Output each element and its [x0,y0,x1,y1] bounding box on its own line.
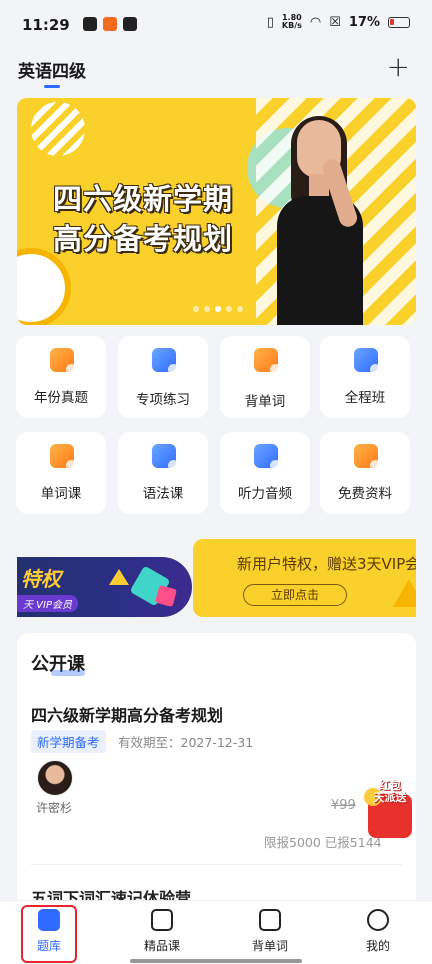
word-class-icon [50,444,77,471]
promo-right-text: 新用户特权，赠送3天VIP会 [237,555,416,573]
promo-left-title: 特权 [21,567,61,591]
title-underline [44,85,60,88]
promo-banner[interactable]: 四六级新学期 高分备考规划 [17,98,416,325]
feature-label: 年份真题 [34,390,88,406]
feature-label: 听力音频 [238,486,292,502]
battery-icon [388,16,410,28]
feature-grammar-class[interactable]: 语法课 [118,432,208,514]
app-icon [123,17,137,31]
materials-book-icon [354,444,381,471]
vocabulary-book-icon [254,348,281,375]
chat-bubble-icon [367,909,389,931]
lemon-slice-decor [17,248,71,325]
red-packet-text: 红包 天派送 [362,780,418,804]
top-header: 英语四级 + [0,48,432,94]
practice-book-icon [152,348,179,375]
teacher-name: 许密杉 [36,801,73,815]
no-sim-icon: ☒ [329,14,341,30]
feature-word-class[interactable]: 单词课 [16,432,106,514]
feature-listening-audio[interactable]: 听力音频 [220,432,310,514]
teacher-avatar [37,760,73,796]
play-video-icon [151,909,173,931]
bottom-nav: 题库 精品课 背单词 我的 [0,900,432,964]
open-book-icon [259,909,281,931]
vip-promo-right[interactable]: 新用户特权，赠送3天VIP会 立即点击 [193,539,416,617]
carousel-dot[interactable] [237,306,243,312]
nav-label: 题库 [36,939,61,953]
wifi-icon: ◠ [309,14,322,30]
nav-premium-courses[interactable]: 精品课 [127,909,197,954]
gesture-home-bar[interactable] [130,959,302,963]
feature-special-practice[interactable]: 专项练习 [118,336,208,418]
status-right: ▯ 1.80 KB/s ◠ ☒ 17% [267,14,410,30]
add-icon[interactable]: + [387,50,410,83]
vibrate-icon: ▯ [266,14,274,30]
nav-label: 我的 [365,939,390,953]
feature-label: 专项练习 [136,392,190,408]
feature-label: 免费资料 [338,486,392,502]
status-time: 11:29 [22,16,70,34]
net-speed: 1.80 KB/s [282,14,302,30]
feature-label: 单词课 [40,486,82,502]
decor-triangle [109,569,129,585]
feature-vocabulary[interactable]: 背单词 [220,336,310,418]
click-now-button[interactable]: 立即点击 [243,584,347,606]
carousel-dot[interactable] [226,306,232,312]
decor-cube [154,584,178,608]
course-validity: 有效期至：2027-12-31 [118,735,254,750]
promo-left-sub: 天 VIP会员 [17,595,78,612]
red-packet-float[interactable]: 红包 天派送 [362,780,418,840]
nav-vocabulary[interactable]: 背单词 [235,909,305,954]
app-icon [83,17,97,31]
battery-percent: 17% [348,14,380,30]
feature-label: 背单词 [244,394,286,410]
bookmark-book-icon [38,909,60,931]
carousel-dot[interactable] [215,306,221,312]
vip-promo-left[interactable]: 特权 天 VIP会员 [17,557,192,617]
grammar-class-icon [152,444,179,471]
course-tag: 新学期备考 [31,730,106,753]
audio-wave-icon [254,444,281,471]
exam-paper-icon [50,348,77,375]
notification-icons [83,17,137,31]
nav-label: 精品课 [143,939,180,953]
nav-label: 背单词 [251,939,288,953]
exam-selector[interactable]: 英语四级 [18,57,86,82]
banner-heading-line1: 四六级新学期 [53,182,234,216]
status-bar: 11:29 ▯ 1.80 KB/s ◠ ☒ 17% [0,0,432,48]
course-title[interactable]: 四六级新学期高分备考规划 [31,702,223,726]
carousel-dot[interactable] [193,306,199,312]
divider [31,864,402,865]
feature-label: 语法课 [142,486,184,502]
original-price: ¥99 [331,798,356,813]
feature-full-course[interactable]: 全程班 [320,336,410,418]
feature-label: 全程班 [344,390,386,406]
ai-course-icon [354,348,381,375]
net-speed-unit: KB/s [281,21,302,30]
section-title: 公开课 [31,650,85,676]
app-icon [103,17,117,31]
teacher-photo [263,116,373,325]
feature-free-materials[interactable]: 免费资料 [320,432,410,514]
nav-question-bank[interactable]: 题库 [14,909,84,954]
nav-mine[interactable]: 我的 [343,909,413,954]
red-packet-line2: 天派送 [373,791,407,804]
carousel-dot[interactable] [204,306,210,312]
decor-triangle [393,579,416,607]
carousel-dots[interactable] [193,306,243,312]
banner-heading-line2: 高分备考规划 [53,222,234,256]
decor-circle [31,102,85,156]
feature-year-exams[interactable]: 年份真题 [16,336,106,418]
